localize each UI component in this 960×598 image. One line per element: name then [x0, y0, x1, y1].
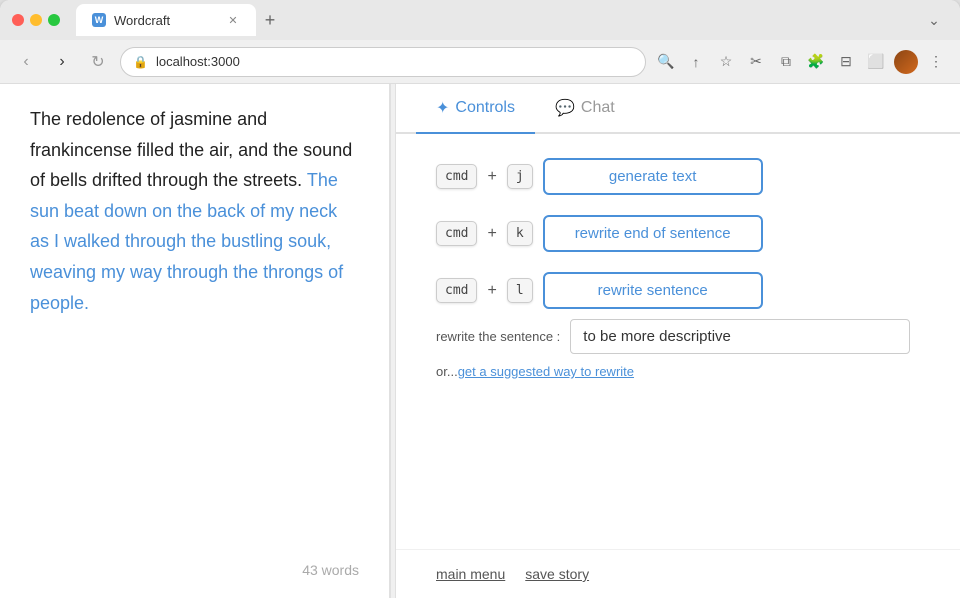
- editor-text-highlighted: The sun beat down on the back of my neck…: [30, 170, 343, 312]
- plus-sign-2: +: [487, 225, 496, 243]
- bottom-actions: main menu save story: [396, 549, 960, 598]
- cmd-key-j: cmd: [436, 164, 477, 189]
- rewrite-input[interactable]: [570, 319, 910, 354]
- main-menu-link[interactable]: main menu: [436, 566, 505, 582]
- reload-button[interactable]: ↻: [84, 48, 112, 76]
- generate-text-button[interactable]: generate text: [543, 158, 763, 195]
- tab-controls-label: Controls: [455, 99, 515, 117]
- j-key: j: [507, 164, 533, 189]
- minimize-button[interactable]: [30, 14, 42, 26]
- save-story-link[interactable]: save story: [525, 566, 589, 582]
- bookmark-icon[interactable]: ☆: [714, 50, 738, 74]
- extensions-icon[interactable]: 🧩: [804, 50, 828, 74]
- editor-panel: The redolence of jasmine and frankincens…: [0, 84, 390, 598]
- tab-chat-label: Chat: [581, 99, 615, 117]
- cut-icon[interactable]: ✂: [744, 50, 768, 74]
- toolbar-right: 🔍 ↑ ☆ ✂ ⧉ 🧩 ⊟ ⬜ ⋮: [654, 50, 948, 74]
- browser-window: W Wordcraft ✕ + ⌄ ‹ › ↻ 🔒 localhost:3000…: [0, 0, 960, 598]
- tab-chat[interactable]: 💬 Chat: [535, 84, 635, 134]
- browser-tab[interactable]: W Wordcraft ✕: [76, 4, 256, 36]
- cmd-key-l: cmd: [436, 278, 477, 303]
- cmd-key-k: cmd: [436, 221, 477, 246]
- rewrite-label-text: rewrite the sentence :: [436, 329, 560, 344]
- address-bar-row: ‹ › ↻ 🔒 localhost:3000 🔍 ↑ ☆ ✂ ⧉ 🧩 ⊟ ⬜ ⋮: [0, 40, 960, 84]
- copy-icon[interactable]: ⧉: [774, 50, 798, 74]
- title-bar: W Wordcraft ✕ + ⌄: [0, 0, 960, 40]
- shortcut-row-rewrite: cmd + l rewrite sentence: [436, 272, 920, 309]
- address-text: localhost:3000: [156, 54, 240, 69]
- editor-text[interactable]: The redolence of jasmine and frankincens…: [30, 104, 359, 542]
- tab-controls[interactable]: ✦ Controls: [416, 84, 535, 134]
- chat-icon: 💬: [555, 98, 575, 118]
- panel-tabs: ✦ Controls 💬 Chat: [396, 84, 960, 134]
- shortcut-row-rewrite-end: cmd + k rewrite end of sentence: [436, 215, 920, 252]
- plus-sign-1: +: [487, 168, 496, 186]
- back-button[interactable]: ‹: [12, 48, 40, 76]
- l-key: l: [507, 278, 533, 303]
- zoom-icon[interactable]: 🔍: [654, 50, 678, 74]
- word-count: 43 words: [30, 562, 359, 578]
- k-key: k: [507, 221, 533, 246]
- maximize-button[interactable]: [48, 14, 60, 26]
- traffic-lights: [12, 14, 60, 26]
- shortcut-row-generate: cmd + j generate text: [436, 158, 920, 195]
- tab-bar: W Wordcraft ✕ + ⌄: [76, 4, 948, 36]
- rewrite-end-button[interactable]: rewrite end of sentence: [543, 215, 763, 252]
- plus-sign-3: +: [487, 282, 496, 300]
- forward-button[interactable]: ›: [48, 48, 76, 76]
- editor-text-normal: The redolence of jasmine and frankincens…: [30, 109, 352, 190]
- tab-favicon: W: [92, 13, 106, 27]
- tab-close-button[interactable]: ✕: [226, 13, 240, 27]
- controls-content: cmd + j generate text cmd + k rewrite en…: [396, 134, 960, 549]
- or-link-row: or...get a suggested way to rewrite: [436, 364, 920, 379]
- menu-icon[interactable]: ⋮: [924, 50, 948, 74]
- rewrite-label-row: rewrite the sentence :: [436, 319, 920, 354]
- or-prefix: or...: [436, 364, 458, 379]
- suggested-way-link[interactable]: get a suggested way to rewrite: [458, 364, 634, 379]
- rewrite-section: cmd + l rewrite sentence rewrite the sen…: [436, 272, 920, 379]
- share-icon[interactable]: ↑: [684, 50, 708, 74]
- tab-title: Wordcraft: [114, 13, 170, 28]
- tab-groups-icon[interactable]: ⊟: [834, 50, 858, 74]
- profile-avatar[interactable]: [894, 50, 918, 74]
- address-bar[interactable]: 🔒 localhost:3000: [120, 47, 646, 77]
- tab-overflow-button[interactable]: ⌄: [920, 6, 948, 34]
- window-icon[interactable]: ⬜: [864, 50, 888, 74]
- controls-panel: ✦ Controls 💬 Chat cmd + j generate text: [396, 84, 960, 598]
- close-button[interactable]: [12, 14, 24, 26]
- new-tab-button[interactable]: +: [256, 6, 284, 34]
- lock-icon: 🔒: [133, 55, 148, 69]
- controls-sparkle-icon: ✦: [436, 98, 449, 118]
- rewrite-sentence-button[interactable]: rewrite sentence: [543, 272, 763, 309]
- main-content: The redolence of jasmine and frankincens…: [0, 84, 960, 598]
